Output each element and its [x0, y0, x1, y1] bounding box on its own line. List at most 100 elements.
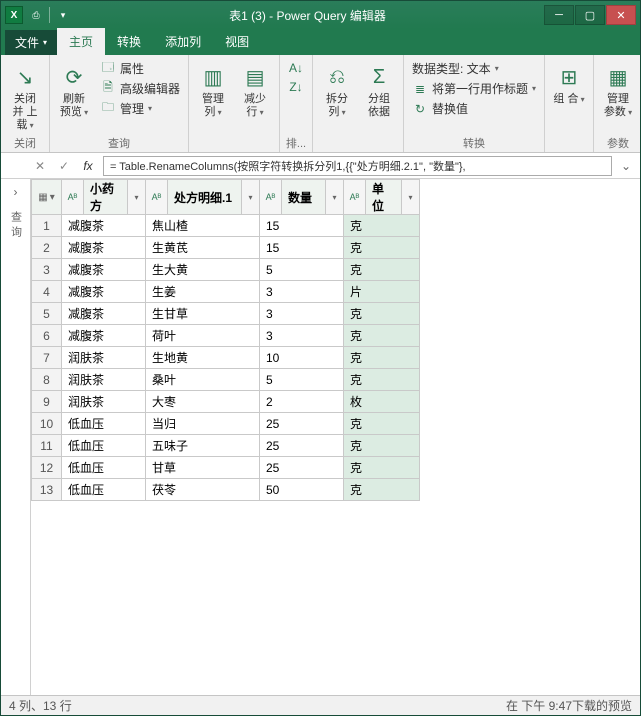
fx-icon[interactable]: fx — [79, 157, 97, 175]
cell[interactable]: 克 — [344, 325, 420, 347]
cell[interactable]: 25 — [260, 457, 344, 479]
cell[interactable]: 生甘草 — [146, 303, 260, 325]
col-header-1[interactable]: Aᴮ小药方▾ — [62, 180, 146, 215]
cell[interactable]: 润肤茶 — [62, 369, 146, 391]
cell[interactable]: 3 — [260, 325, 344, 347]
queries-pane-collapsed[interactable]: › 查询 — [1, 179, 31, 695]
cell[interactable]: 25 — [260, 435, 344, 457]
tab-addcolumn[interactable]: 添加列 — [153, 28, 213, 55]
fx-expand-icon[interactable]: ⌄ — [618, 159, 634, 173]
sort-desc-button[interactable]: Z↓ — [284, 78, 308, 96]
tab-view[interactable]: 视图 — [213, 28, 261, 55]
cell[interactable]: 15 — [260, 237, 344, 259]
table-row[interactable]: 13低血压茯苓50克 — [32, 479, 420, 501]
cell[interactable]: 克 — [344, 215, 420, 237]
cell[interactable]: 15 — [260, 215, 344, 237]
col-header-3[interactable]: Aᴮ数量▾ — [260, 180, 344, 215]
cell[interactable]: 3 — [260, 281, 344, 303]
text-type-icon[interactable]: Aᴮ — [62, 180, 84, 214]
table-row[interactable]: 7润肤茶生地黄10克 — [32, 347, 420, 369]
cell[interactable]: 10 — [260, 347, 344, 369]
manage-columns-button[interactable]: ▥ 管理 列 — [193, 59, 233, 121]
replace-values-button[interactable]: ↻替换值 — [408, 99, 540, 118]
filter-icon[interactable]: ▾ — [127, 180, 145, 214]
cell[interactable]: 减腹茶 — [62, 281, 146, 303]
qat-dropdown-icon[interactable]: ▾ — [56, 8, 70, 22]
cell[interactable]: 低血压 — [62, 479, 146, 501]
cell[interactable]: 减腹茶 — [62, 237, 146, 259]
cell[interactable]: 枚 — [344, 391, 420, 413]
table-row[interactable]: 8润肤茶桑叶5克 — [32, 369, 420, 391]
filter-icon[interactable]: ▾ — [401, 180, 419, 214]
cell[interactable]: 2 — [260, 391, 344, 413]
cell[interactable]: 荷叶 — [146, 325, 260, 347]
close-button[interactable]: ✕ — [606, 5, 636, 25]
table-row[interactable]: 1减腹茶焦山楂15克 — [32, 215, 420, 237]
cell[interactable]: 生地黄 — [146, 347, 260, 369]
table-corner[interactable]: ▦▾ — [32, 180, 62, 215]
cell[interactable]: 生黄芪 — [146, 237, 260, 259]
group-by-button[interactable]: Σ 分组 依据 — [359, 59, 399, 121]
expand-queries-icon[interactable]: › — [14, 185, 18, 199]
cell[interactable]: 低血压 — [62, 413, 146, 435]
data-type-button[interactable]: 数据类型: 文本 — [408, 59, 540, 78]
qat-save-icon[interactable]: ⎙ — [29, 8, 43, 22]
table-row[interactable]: 9润肤茶大枣2枚 — [32, 391, 420, 413]
cell[interactable]: 减腹茶 — [62, 303, 146, 325]
col-header-4[interactable]: Aᴮ单位▾ — [344, 180, 420, 215]
cell[interactable]: 3 — [260, 303, 344, 325]
cell[interactable]: 克 — [344, 413, 420, 435]
cell[interactable]: 润肤茶 — [62, 391, 146, 413]
table-row[interactable]: 4减腹茶生姜3片 — [32, 281, 420, 303]
properties-button[interactable]: 🗔属性 — [96, 59, 184, 78]
table-row[interactable]: 2减腹茶生黄芪15克 — [32, 237, 420, 259]
filter-icon[interactable]: ▾ — [241, 180, 259, 214]
cell[interactable]: 克 — [344, 347, 420, 369]
first-row-headers-button[interactable]: ≣将第一行用作标题 — [408, 79, 540, 98]
manage-params-button[interactable]: ▦ 管理 参数 — [598, 59, 638, 121]
cell[interactable]: 5 — [260, 259, 344, 281]
combine-button[interactable]: ⊞ 组 合 — [549, 59, 589, 108]
table-row[interactable]: 5减腹茶生甘草3克 — [32, 303, 420, 325]
close-and-load-button[interactable]: ↘ 关闭并 上载 — [5, 59, 45, 134]
cell[interactable]: 五味子 — [146, 435, 260, 457]
split-column-button[interactable]: ⎌ 拆分 列 — [317, 59, 357, 121]
formula-input[interactable]: = Table.RenameColumns(按照字符转换拆分列1,{{"处方明细… — [103, 156, 612, 176]
cell[interactable]: 克 — [344, 259, 420, 281]
cell[interactable]: 5 — [260, 369, 344, 391]
filter-icon[interactable]: ▾ — [325, 180, 343, 214]
cell[interactable]: 50 — [260, 479, 344, 501]
text-type-icon[interactable]: Aᴮ — [344, 180, 366, 214]
cell[interactable]: 克 — [344, 435, 420, 457]
fx-cancel-icon[interactable]: ✕ — [31, 157, 49, 175]
cell[interactable]: 片 — [344, 281, 420, 303]
cell[interactable]: 克 — [344, 303, 420, 325]
cell[interactable]: 润肤茶 — [62, 347, 146, 369]
cell[interactable]: 减腹茶 — [62, 259, 146, 281]
tab-file[interactable]: 文件 — [5, 30, 57, 55]
table-row[interactable]: 11低血压五味子25克 — [32, 435, 420, 457]
cell[interactable]: 减腹茶 — [62, 325, 146, 347]
tab-transform[interactable]: 转换 — [105, 28, 153, 55]
cell[interactable]: 克 — [344, 369, 420, 391]
cell[interactable]: 生姜 — [146, 281, 260, 303]
cell[interactable]: 克 — [344, 237, 420, 259]
cell[interactable]: 桑叶 — [146, 369, 260, 391]
cell[interactable]: 减腹茶 — [62, 215, 146, 237]
table-row[interactable]: 10低血压当归25克 — [32, 413, 420, 435]
cell[interactable]: 克 — [344, 457, 420, 479]
col-header-2[interactable]: Aᴮ处方明细.1▾ — [146, 180, 260, 215]
cell[interactable]: 低血压 — [62, 435, 146, 457]
cell[interactable]: 生大黄 — [146, 259, 260, 281]
cell[interactable]: 焦山楂 — [146, 215, 260, 237]
manage-button[interactable]: 🗀管理 — [96, 99, 184, 118]
cell[interactable]: 25 — [260, 413, 344, 435]
table-row[interactable]: 6减腹茶荷叶3克 — [32, 325, 420, 347]
cell[interactable]: 甘草 — [146, 457, 260, 479]
cell[interactable]: 当归 — [146, 413, 260, 435]
advanced-editor-button[interactable]: 🗎高级编辑器 — [96, 79, 184, 98]
reduce-rows-button[interactable]: ▤ 减少 行 — [235, 59, 275, 121]
cell[interactable]: 茯苓 — [146, 479, 260, 501]
cell[interactable]: 克 — [344, 479, 420, 501]
sort-asc-button[interactable]: A↓ — [284, 59, 308, 77]
